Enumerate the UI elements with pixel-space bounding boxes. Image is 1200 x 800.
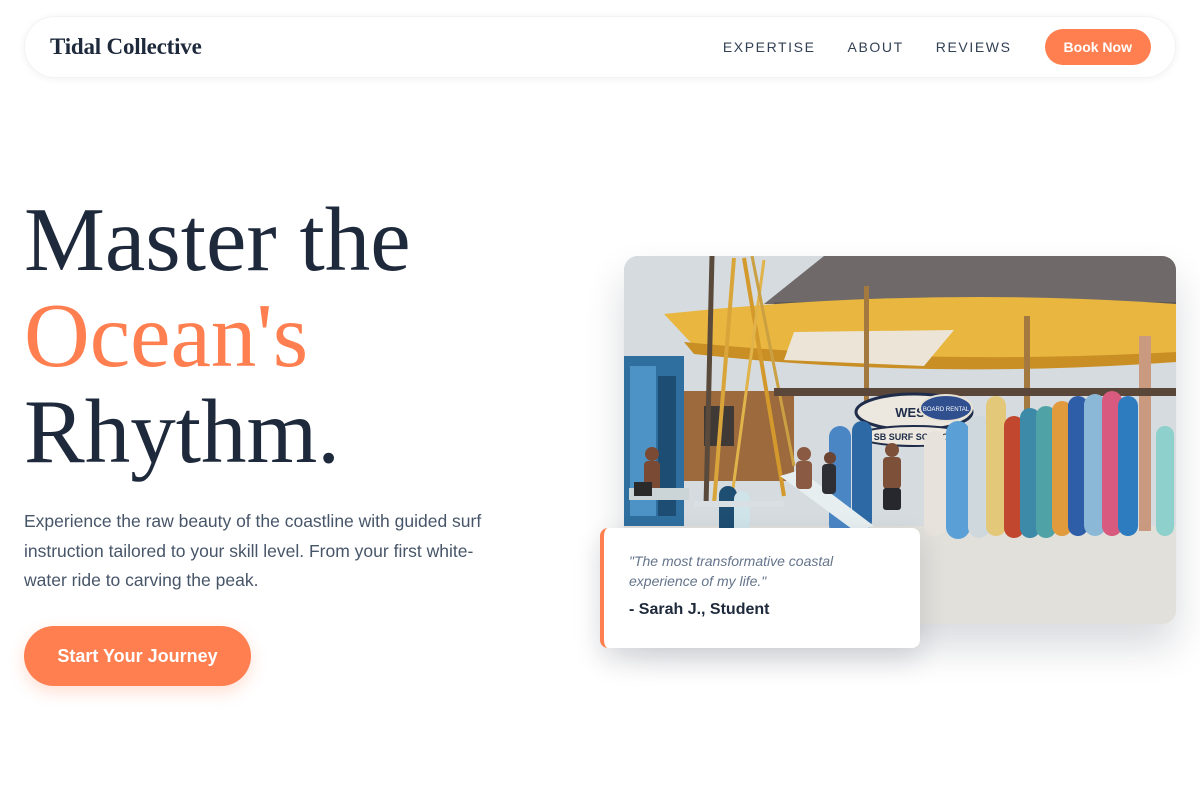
start-journey-button[interactable]: Start Your Journey <box>24 626 251 686</box>
sign-board-rental: BOARD RENTAL <box>923 407 970 413</box>
nav-link-reviews[interactable]: REVIEWS <box>936 39 1012 55</box>
hero-title-line-1: Master the <box>24 189 411 290</box>
testimonial-quote: "The most transformative coastal experie… <box>629 553 834 589</box>
hero-description: Experience the raw beauty of the coastli… <box>24 511 482 590</box>
brand-logo[interactable]: Tidal Collective <box>50 34 202 60</box>
hero-title-accent-line: Ocean's <box>24 285 309 386</box>
nav-link-about[interactable]: ABOUT <box>848 39 904 55</box>
hero-title-line-3: Rhythm. <box>24 381 341 482</box>
nav-menu: EXPERTISE ABOUT REVIEWS Book Now <box>723 29 1151 65</box>
testimonial-author: - Sarah J., Student <box>629 601 770 618</box>
hero-title: Master the Ocean's Rhythm. <box>24 192 411 480</box>
testimonial-card: "The most transformative coastal experie… <box>600 528 920 648</box>
top-navigation: Tidal Collective EXPERTISE ABOUT REVIEWS… <box>24 16 1176 78</box>
book-now-button[interactable]: Book Now <box>1044 29 1151 65</box>
nav-link-expertise[interactable]: EXPERTISE <box>723 39 816 55</box>
